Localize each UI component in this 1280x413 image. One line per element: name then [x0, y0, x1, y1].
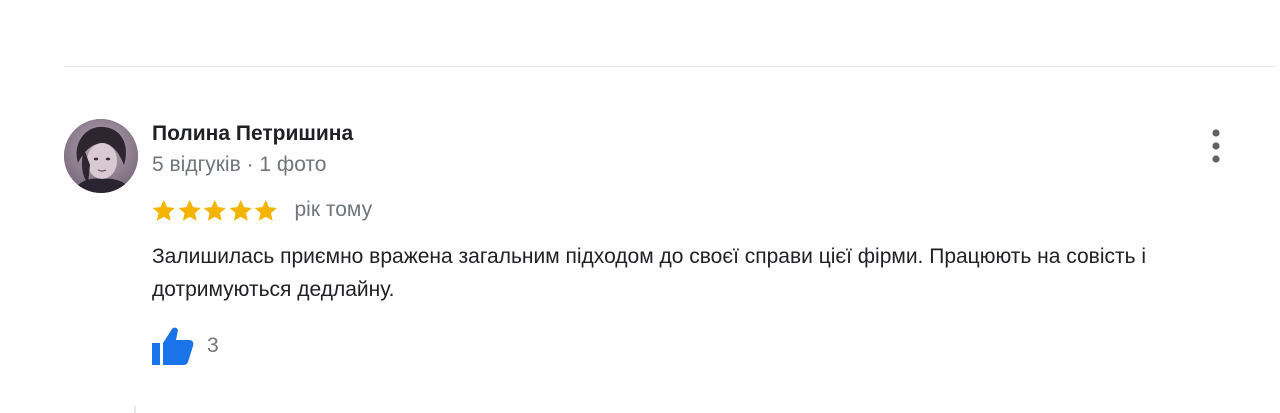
- review-text: Залишилась приємно вражена загальним під…: [152, 245, 1147, 301]
- star-icon: [152, 199, 175, 221]
- star-icon: [254, 199, 277, 221]
- thumbs-up-icon: [152, 327, 194, 365]
- like-button[interactable]: [151, 326, 195, 366]
- more-options-button[interactable]: [1198, 124, 1234, 168]
- more-vert-icon: [1212, 129, 1220, 163]
- star-icon: [203, 199, 226, 221]
- section-divider: [64, 66, 1276, 67]
- author-name[interactable]: Полина Петришина: [152, 121, 353, 147]
- star-icon: [229, 199, 252, 221]
- author-avatar[interactable]: [64, 119, 138, 193]
- star-rating: [151, 198, 279, 223]
- like-row: 3: [151, 326, 219, 366]
- avatar-photo: [64, 119, 138, 193]
- rating-row: рік тому: [151, 196, 372, 224]
- like-count: 3: [207, 334, 219, 357]
- scroll-edge: [134, 406, 136, 413]
- review-date: рік тому: [294, 198, 373, 221]
- author-meta[interactable]: 5 відгуків · 1 фото: [152, 152, 327, 178]
- star-icon: [178, 199, 201, 221]
